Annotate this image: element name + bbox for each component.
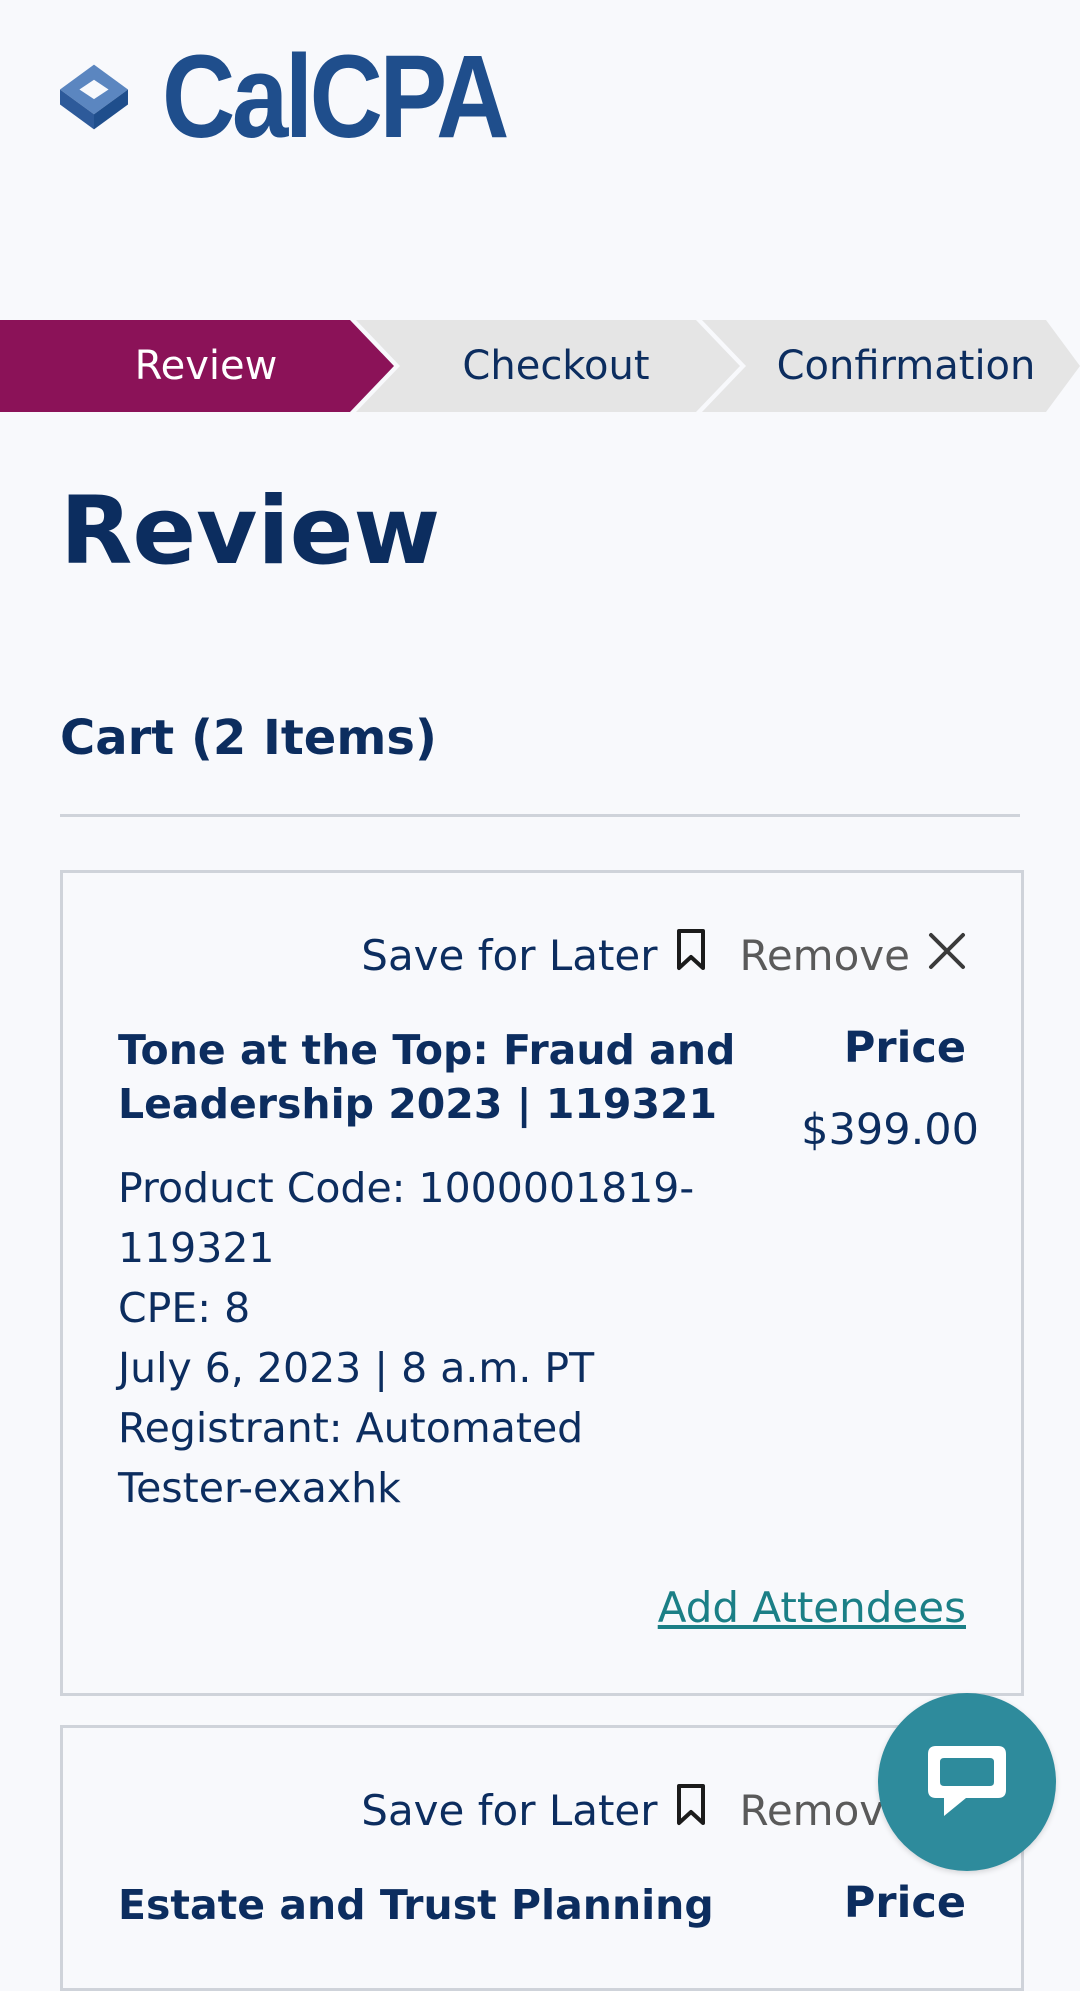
calcpa-logo[interactable]: CalCPA	[60, 30, 562, 164]
bookmark-icon	[676, 1783, 706, 1837]
item-title: Tone at the Top: Fraud and Leadership 20…	[118, 1026, 736, 1128]
step-confirmation: Confirmation	[776, 343, 1036, 389]
brand-name: CalCPA	[161, 31, 509, 163]
price-label: Price	[843, 1023, 966, 1073]
product-code: Product Code: 1000001819-119321	[118, 1164, 695, 1272]
cpe-credits: CPE: 8	[118, 1284, 251, 1332]
page-title: Review	[60, 477, 441, 586]
add-attendees-link[interactable]: Add Attendees	[658, 1583, 966, 1632]
remove-button[interactable]: Remove	[740, 931, 966, 980]
remove-label: Remove	[739, 930, 910, 980]
item-actions: Save for Later Remove	[361, 928, 966, 982]
chat-button[interactable]	[878, 1693, 1056, 1871]
bookmark-icon	[676, 928, 706, 982]
divider	[60, 814, 1020, 817]
event-date: July 6, 2023 | 8 a.m. PT	[118, 1344, 595, 1392]
price-value: $399.00	[801, 1105, 979, 1155]
cart-title: Cart (2 Items)	[60, 710, 437, 766]
cart-item-card: Save for Later Remove Tone at the Top: F…	[60, 870, 1024, 1696]
save-for-later-button[interactable]: Save for Later	[361, 928, 705, 982]
save-for-later-label: Save for Later	[361, 930, 658, 980]
save-for-later-label: Save for Later	[361, 1785, 658, 1835]
item-title: Estate and Trust Planning	[118, 1881, 714, 1929]
calcpa-diamond-logo-icon	[60, 64, 128, 130]
step-review: Review	[134, 343, 278, 389]
step-checkout: Checkout	[462, 343, 650, 389]
save-for-later-button[interactable]: Save for Later	[361, 1783, 705, 1837]
item-actions: Save for Later Remove	[361, 1783, 966, 1837]
registrant: Registrant: Automated Tester-exaxhk	[118, 1404, 584, 1512]
checkout-progress-steps: Review Checkout Confirmation	[0, 320, 1080, 412]
item-details: Product Code: 1000001819-119321 CPE: 8 J…	[118, 1158, 718, 1518]
close-icon	[928, 931, 966, 980]
price-label: Price	[843, 1878, 966, 1928]
chat-bubble-icon	[928, 1746, 1006, 1816]
